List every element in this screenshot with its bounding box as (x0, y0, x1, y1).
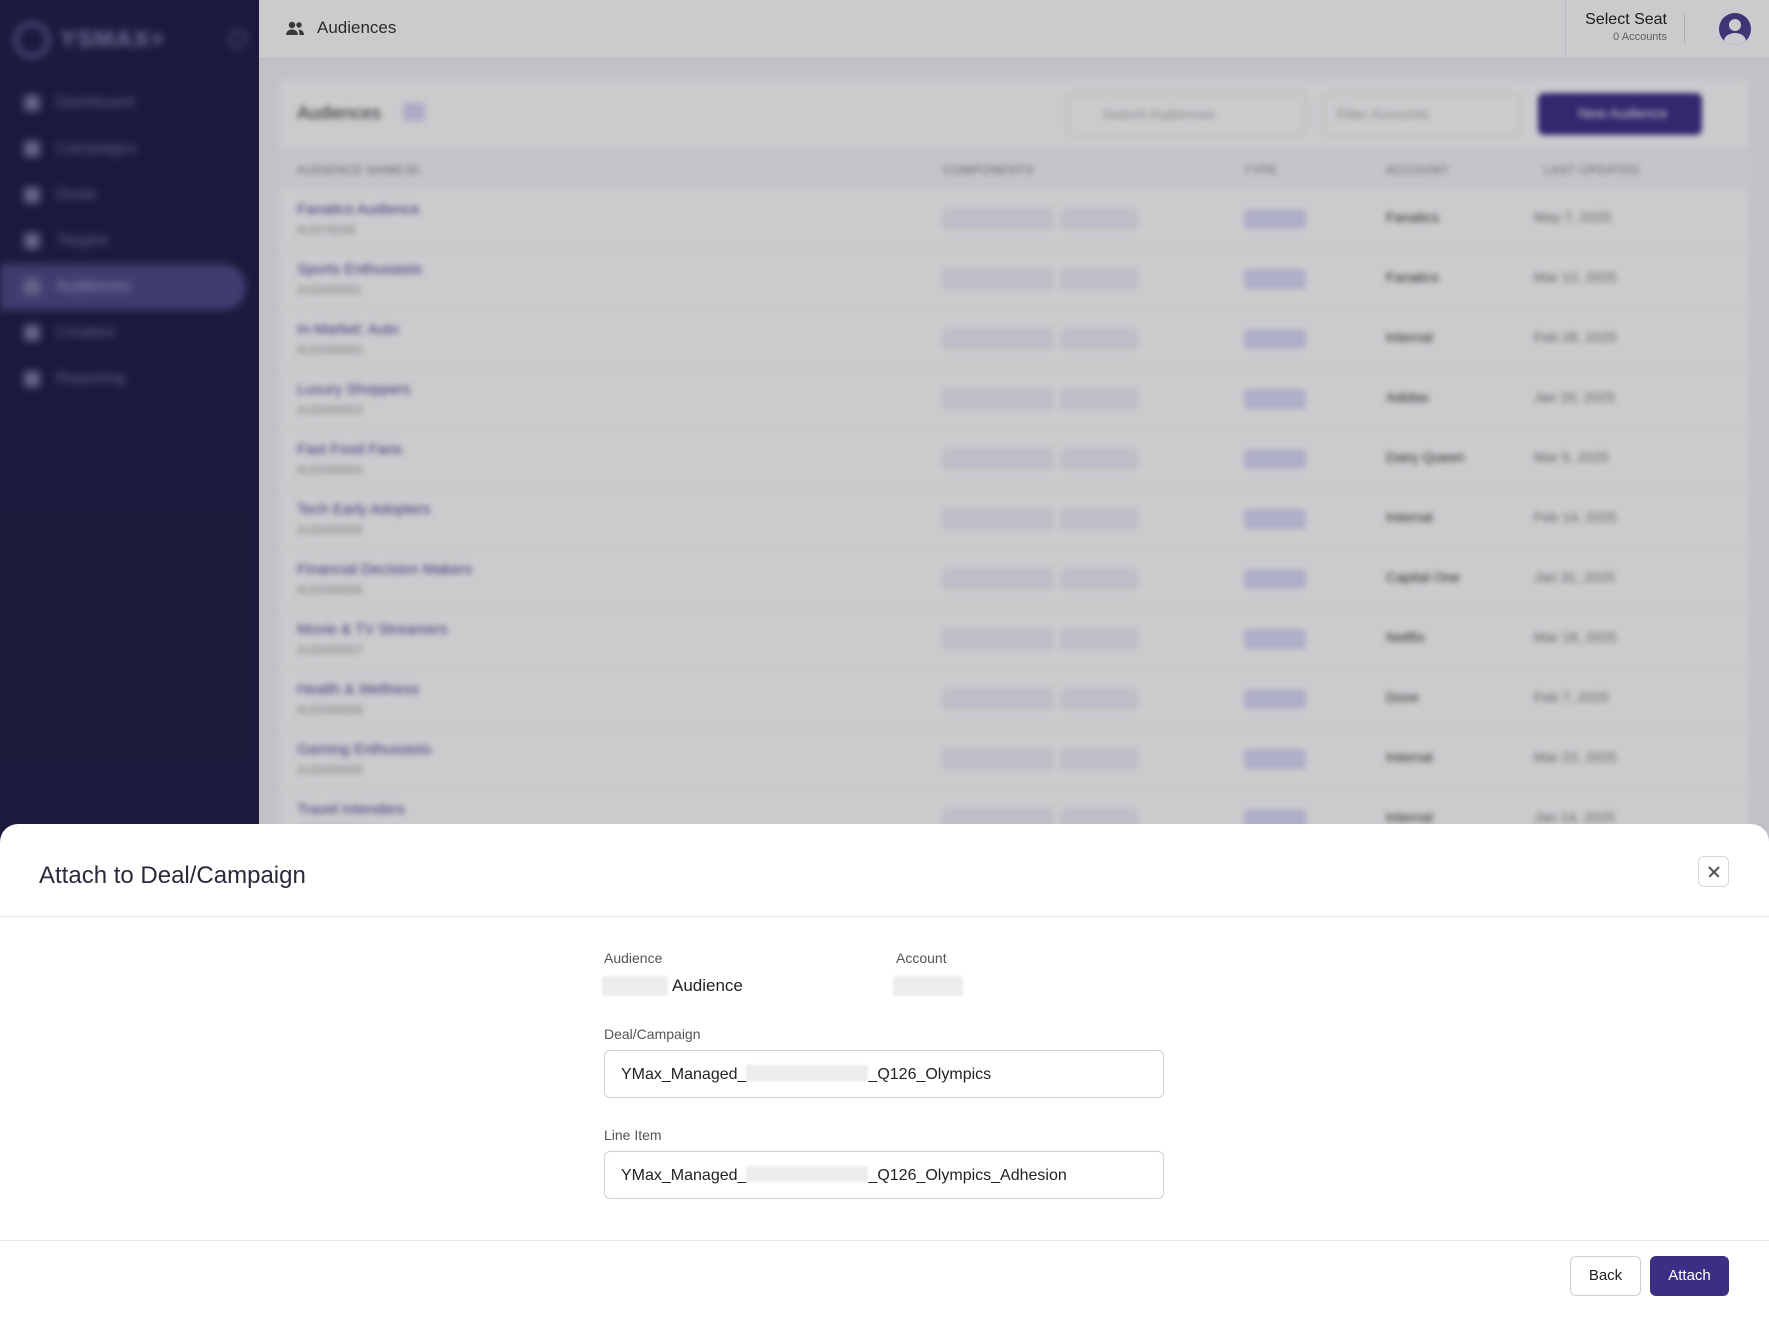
line-item-field[interactable]: YMax_Managed_ _Q126_Olympics_Adhesion (604, 1151, 1164, 1199)
attach-modal: Attach to Deal/Campaign Audience Audienc… (0, 824, 1769, 1328)
line-item-label: Line Item (604, 1127, 662, 1143)
deal-campaign-label: Deal/Campaign (604, 1026, 701, 1042)
back-button[interactable]: Back (1570, 1256, 1641, 1296)
deal-campaign-field[interactable]: YMax_Managed_ _Q126_Olympics (604, 1050, 1164, 1098)
account-label: Account (896, 950, 947, 966)
redacted-account-value (893, 976, 963, 996)
audience-value: Audience (672, 976, 743, 995)
close-icon[interactable] (1698, 856, 1729, 887)
redacted-audience-prefix (602, 976, 668, 996)
line-suffix-text: _Q126_Olympics_Adhesion (868, 1167, 1067, 1184)
deal-suffix-text: _Q126_Olympics (868, 1066, 992, 1083)
redacted-deal-segment (746, 1065, 869, 1081)
modal-title: Attach to Deal/Campaign (39, 862, 306, 889)
audience-label: Audience (604, 950, 663, 966)
attach-button[interactable]: Attach (1650, 1256, 1729, 1296)
line-prefix-text: YMax_Managed_ (621, 1167, 747, 1184)
deal-prefix-text: YMax_Managed_ (621, 1066, 747, 1083)
modal-divider (0, 916, 1769, 917)
redacted-line-segment (746, 1166, 869, 1182)
modal-footer-divider (0, 1240, 1769, 1241)
